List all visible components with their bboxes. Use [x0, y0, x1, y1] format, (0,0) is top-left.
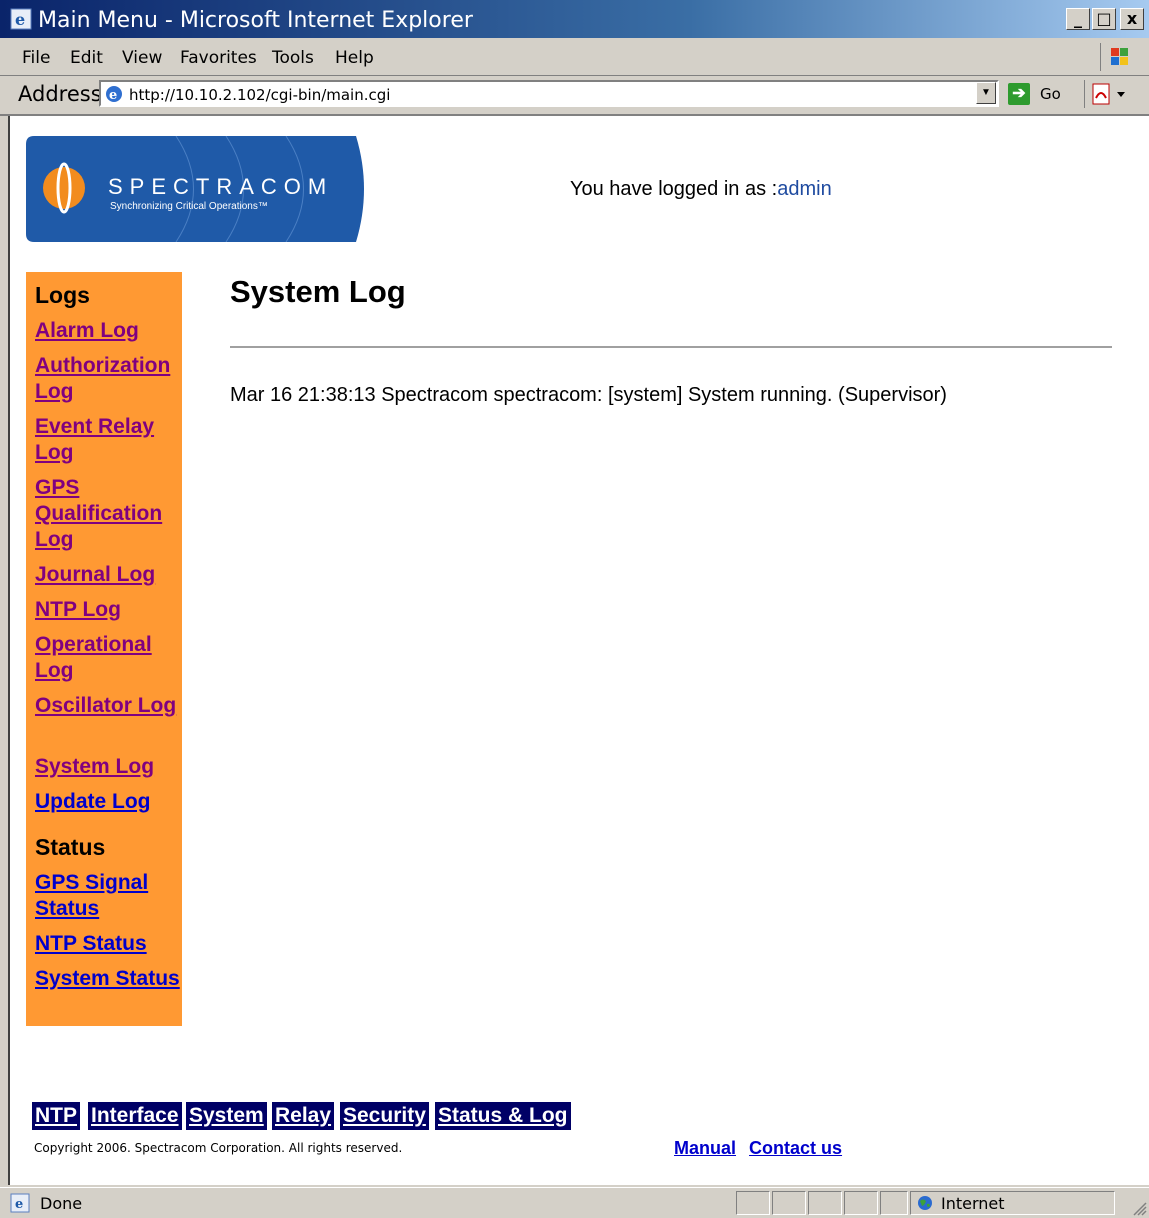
address-bar: Address e http://10.10.2.102/cgi-bin/mai…	[0, 76, 1149, 116]
copyright: Copyright 2006. Spectracom Corporation. …	[34, 1141, 403, 1155]
divider	[230, 346, 1112, 348]
status-cell	[844, 1191, 878, 1215]
sidebar-item-oscillator-log[interactable]: Oscillator Log	[35, 693, 180, 719]
address-label: Address	[18, 82, 102, 106]
menu-bar: File Edit View Favorites Tools Help	[0, 39, 1149, 76]
footer-links: Manual Contact us	[674, 1138, 850, 1159]
sidebar-heading-logs: Logs	[35, 282, 90, 308]
login-username: admin	[777, 178, 832, 200]
sidebar-item-alarm-log[interactable]: Alarm Log	[35, 318, 180, 344]
security-zone[interactable]: Internet	[910, 1191, 1115, 1215]
nav-system[interactable]: System	[186, 1102, 267, 1130]
nav-ntp[interactable]: NTP	[32, 1102, 80, 1130]
page-title: System Log	[230, 274, 406, 309]
menu-help[interactable]: Help	[335, 48, 374, 68]
svg-text:e: e	[15, 10, 25, 29]
globe-icon	[918, 1196, 932, 1210]
menu-tools[interactable]: Tools	[272, 48, 314, 68]
page-icon: e	[106, 86, 122, 103]
sidebar-item-system-log[interactable]: System Log	[35, 754, 180, 780]
sidebar-heading-status: Status	[35, 834, 106, 860]
sidebar-item-system-status[interactable]: System Status	[35, 966, 180, 992]
address-dropdown-icon[interactable]: ▼	[976, 82, 996, 104]
address-url: http://10.10.2.102/cgi-bin/main.cgi	[129, 86, 391, 104]
go-label: Go	[1040, 85, 1061, 103]
nav-status-and-log[interactable]: Status & Log	[435, 1102, 571, 1130]
nav-security[interactable]: Security	[340, 1102, 429, 1130]
sidebar-item-update-log[interactable]: Update Log	[35, 789, 180, 815]
menu-favorites[interactable]: Favorites	[180, 48, 257, 68]
go-arrow-icon: ➔	[1008, 83, 1030, 105]
sidebar-item-journal-log[interactable]: Journal Log	[35, 562, 180, 588]
manual-link[interactable]: Manual	[674, 1138, 736, 1158]
nav-relay[interactable]: Relay	[272, 1102, 335, 1130]
sidebar-item-gps-signal-status[interactable]: GPS Signal Status	[35, 870, 180, 922]
close-button[interactable]: x	[1120, 8, 1144, 30]
page-viewport: SPECTRACOM Synchronizing Critical Operat…	[8, 116, 1149, 1185]
window-title: Main Menu - Microsoft Internet Explorer	[38, 8, 473, 33]
log-entry: Mar 16 21:38:13 Spectracom spectracom: […	[230, 384, 947, 406]
sidebar-item-event-relay-log[interactable]: Event Relay Log	[35, 414, 180, 466]
sidebar-item-gps-qualification-log[interactable]: GPS Qualification Log	[35, 475, 180, 553]
status-cell	[808, 1191, 842, 1215]
zone-label: Internet	[941, 1194, 1005, 1213]
status-cell	[736, 1191, 770, 1215]
windows-flag-icon	[1100, 43, 1128, 71]
address-input[interactable]: e http://10.10.2.102/cgi-bin/main.cgi	[99, 80, 999, 107]
maximize-button[interactable]: □	[1092, 8, 1116, 30]
sidebar-item-ntp-log[interactable]: NTP Log	[35, 597, 180, 623]
svg-text:e: e	[109, 88, 117, 103]
menu-view[interactable]: View	[122, 48, 162, 68]
minimize-button[interactable]: _	[1066, 8, 1090, 30]
pdf-icon[interactable]	[1084, 80, 1135, 108]
menu-file[interactable]: File	[22, 48, 50, 68]
ie-page-icon: e	[10, 1193, 30, 1213]
contact-link[interactable]: Contact us	[749, 1138, 842, 1158]
login-prefix: You have logged in as :	[570, 178, 778, 200]
spectracom-logo: SPECTRACOM Synchronizing Critical Operat…	[26, 136, 364, 242]
go-button[interactable]: ➔ Go	[1006, 81, 1068, 107]
nav-interface[interactable]: Interface	[88, 1102, 182, 1130]
sidebar-item-ntp-status[interactable]: NTP Status	[35, 931, 180, 957]
ie-icon: e	[10, 8, 32, 30]
sidebar-item-operational-log[interactable]: Operational Log	[35, 632, 180, 684]
resize-grip-icon[interactable]	[1131, 1200, 1147, 1216]
sidebar-item-authorization-log[interactable]: Authorization Log	[35, 353, 180, 405]
menu-edit[interactable]: Edit	[70, 48, 103, 68]
svg-text:SPECTRACOM: SPECTRACOM	[108, 174, 333, 199]
status-text: Done	[40, 1194, 83, 1213]
svg-text:e: e	[15, 1197, 23, 1212]
svg-text:Synchronizing Critical Operati: Synchronizing Critical Operations™	[110, 201, 268, 212]
status-cell	[880, 1191, 908, 1215]
title-bar[interactable]: e Main Menu - Microsoft Internet Explore…	[0, 0, 1149, 38]
status-bar: e Done Internet	[0, 1187, 1149, 1218]
sidebar: Logs Alarm Log Authorization Log Event R…	[26, 272, 182, 1026]
login-status: You have logged in as :admin	[570, 178, 832, 201]
status-cell	[772, 1191, 806, 1215]
